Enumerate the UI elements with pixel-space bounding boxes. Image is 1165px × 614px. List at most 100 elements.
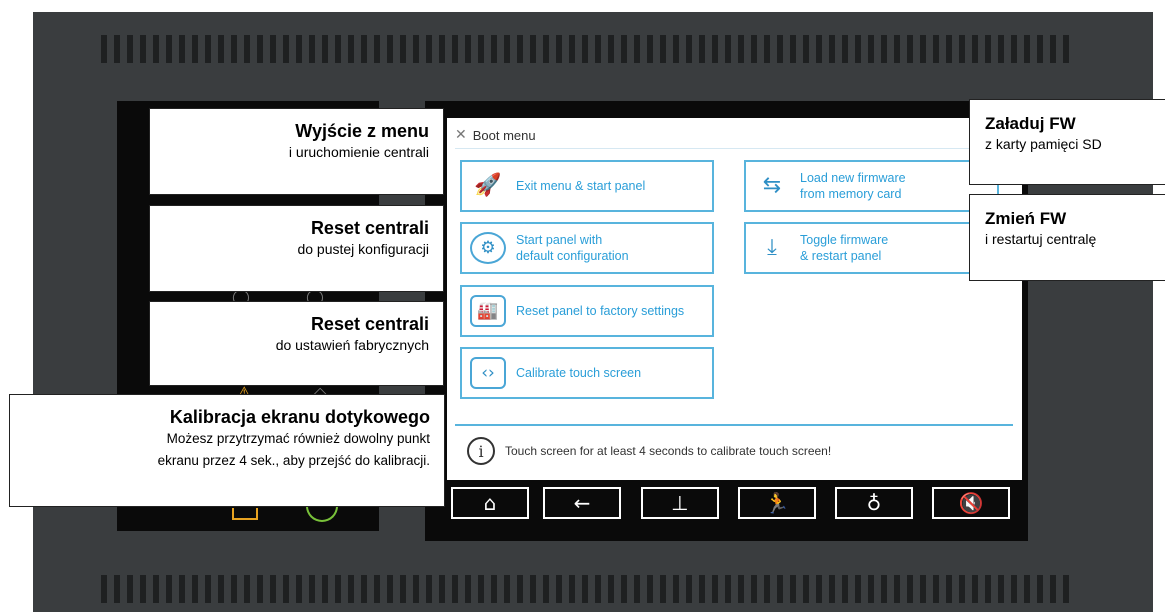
vent-slot — [374, 35, 380, 63]
vent-slot — [595, 575, 601, 603]
exit-menu-label: Exit menu & start panel — [516, 178, 646, 193]
vent-slot — [166, 575, 172, 603]
vent-slot — [751, 35, 757, 63]
vent-slot — [972, 35, 978, 63]
vent-slot — [660, 575, 666, 603]
vent-slot — [387, 575, 393, 603]
vent-slot — [127, 35, 133, 63]
vent-slot — [751, 575, 757, 603]
vent-slot — [231, 35, 237, 63]
vent-slot — [621, 35, 627, 63]
default-config-button[interactable]: ⚙ Start panel with default configuration — [460, 222, 714, 274]
vent-slot — [114, 575, 120, 603]
factory-reset-button[interactable]: 🏭 Reset panel to factory settings — [460, 285, 714, 337]
vent-slot — [842, 575, 848, 603]
vent-slot — [777, 35, 783, 63]
vent-slot — [426, 575, 432, 603]
vent-slot — [179, 575, 185, 603]
vent-slot — [725, 35, 731, 63]
vent-slot — [725, 575, 731, 603]
exit-menu-button[interactable]: 🚀 Exit menu & start panel — [460, 160, 714, 212]
vent-slot — [452, 35, 458, 63]
vent-slot — [673, 35, 679, 63]
vent-slot — [400, 575, 406, 603]
vent-slot — [907, 35, 913, 63]
vent-slot — [829, 575, 835, 603]
vent-slot — [1063, 35, 1069, 63]
vent-slot — [361, 35, 367, 63]
monitor-icon: ‹› — [470, 357, 506, 389]
back-arrow-icon[interactable]: ← — [543, 487, 621, 519]
vent-slot — [686, 575, 692, 603]
factory-reset-label: Reset panel to factory settings — [516, 303, 685, 318]
vent-slot — [140, 575, 146, 603]
vent-slot — [439, 35, 445, 63]
gear-reset-icon: ⚙ — [470, 232, 506, 264]
vent-slot — [192, 575, 198, 603]
vent-slot — [296, 35, 302, 63]
vent-slot — [569, 35, 575, 63]
vent-slot — [972, 575, 978, 603]
load-firmware-label: Load new firmware from memory card — [800, 170, 906, 201]
calibrate-button[interactable]: ‹› Calibrate touch screen — [460, 347, 714, 399]
vent-slot — [153, 575, 159, 603]
vent-slot — [634, 35, 640, 63]
vent-slot — [309, 35, 315, 63]
vent-slot — [647, 575, 653, 603]
vent-slot — [1024, 35, 1030, 63]
vent-slot — [608, 575, 614, 603]
evacuation-icon[interactable]: 🏃 — [738, 487, 816, 519]
vent-slot — [920, 575, 926, 603]
vent-slot — [283, 35, 289, 63]
hierarchy-icon[interactable]: ⊥ — [641, 487, 719, 519]
vent-slot — [114, 35, 120, 63]
mute-icon[interactable]: 🔇 — [932, 487, 1010, 519]
user-icon[interactable]: ♁ — [835, 487, 913, 519]
toggle-firmware-button[interactable]: ⤓ Toggle firmware & restart panel — [744, 222, 999, 274]
vent-slot — [504, 35, 510, 63]
vent-slot — [491, 35, 497, 63]
vent-slot — [309, 575, 315, 603]
default-config-label: Start panel with default configuration — [516, 232, 629, 263]
vent-slot — [465, 575, 471, 603]
vent-slot — [400, 35, 406, 63]
vent-slot — [686, 35, 692, 63]
vent-slot — [855, 575, 861, 603]
vent-slot — [1050, 575, 1056, 603]
home-icon[interactable]: ⌂ — [451, 487, 529, 519]
vent-slot — [998, 575, 1004, 603]
vent-slot — [1063, 575, 1069, 603]
info-text: Touch screen for at least 4 seconds to c… — [505, 444, 832, 458]
rocket-icon: 🚀 — [474, 172, 502, 198]
vent-slot — [634, 575, 640, 603]
vent-slot — [517, 35, 523, 63]
vent-slot — [764, 575, 770, 603]
vent-slot — [946, 35, 952, 63]
vent-slot — [868, 575, 874, 603]
vent-slot — [959, 35, 965, 63]
tools-icon: ✕ — [455, 127, 467, 143]
vent-slot — [699, 575, 705, 603]
vent-slot — [413, 575, 419, 603]
vent-slot — [1050, 35, 1056, 63]
vent-slot — [985, 35, 991, 63]
vent-slot — [504, 575, 510, 603]
vent-slot — [348, 575, 354, 603]
info-message: i Touch screen for at least 4 seconds to… — [467, 437, 831, 465]
ruler-indicator-icon — [232, 508, 258, 520]
vent-slot — [1011, 575, 1017, 603]
vent-slot — [413, 35, 419, 63]
vent-slot — [582, 35, 588, 63]
vent-slot — [348, 35, 354, 63]
vent-slot — [920, 35, 926, 63]
vent-slot — [868, 35, 874, 63]
info-divider — [455, 424, 1013, 426]
vent-slot — [296, 575, 302, 603]
vent-slot — [426, 35, 432, 63]
callout-exit-menu: Wyjście z menu i uruchomienie centrali — [149, 108, 444, 195]
vent-slot — [569, 575, 575, 603]
vent-slot — [1024, 575, 1030, 603]
callout-change-fw: Zmień FW i restartuj centralę — [969, 194, 1165, 281]
load-firmware-button[interactable]: ⇆ Load new firmware from memory card — [744, 160, 999, 212]
vent-slot — [322, 35, 328, 63]
